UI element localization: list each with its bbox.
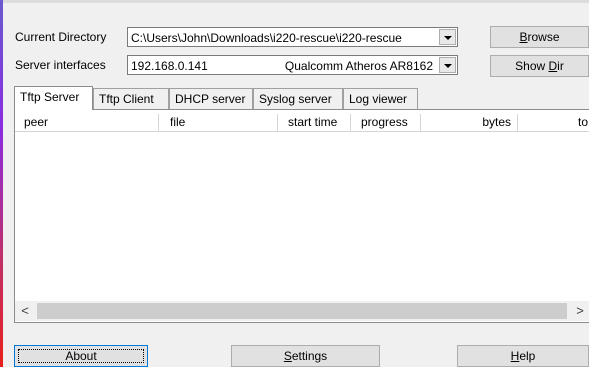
focus-rectangle [18,349,144,363]
column-header-to[interactable]: to [518,114,589,132]
server-interfaces-label: Server interfaces [15,58,106,72]
browse-mnemonic: B [519,30,528,44]
tab-dhcp-server[interactable]: DHCP server [169,88,253,110]
current-directory-label: Current Directory [15,30,107,44]
window-left-edge [0,0,3,367]
column-header-start-time[interactable]: start time [278,114,351,132]
help-label-rest: elp [519,349,536,363]
tab-syslog-server[interactable]: Syslog server [253,88,343,110]
horizontal-scrollbar[interactable]: < > [15,301,589,321]
show-dir-label-prefix: Show [515,59,549,73]
tftp-server-panel: peer file start time progress bytes to <… [14,109,589,323]
chevron-down-icon [444,64,452,68]
window-top-edge [0,0,589,3]
tab-tftp-server[interactable]: Tftp Server [14,86,93,110]
tab-log-viewer[interactable]: Log viewer [343,88,418,110]
current-directory-dropdown-button[interactable] [439,29,456,45]
show-dir-mnemonic: D [548,59,558,73]
browse-label-rest: rowse [527,30,560,44]
scroll-left-icon[interactable]: < [15,301,35,321]
server-interfaces-dropdown-button[interactable] [439,57,456,73]
tab-tftp-client[interactable]: Tftp Client [93,88,169,110]
server-interfaces-combo[interactable]: 192.168.0.141 Qualcomm Atheros AR8162 [127,55,458,75]
settings-mnemonic: S [283,349,292,363]
settings-label-rest: ettings [291,349,328,363]
settings-button[interactable]: Settings [231,345,380,367]
server-interface-adapter: Qualcomm Atheros AR8162 [284,59,433,73]
column-header-peer[interactable]: peer [15,114,159,132]
browse-button[interactable]: Browse [490,26,589,48]
column-header-file[interactable]: file [159,114,278,132]
show-dir-label-rest: ir [557,59,564,73]
current-directory-value: C:\Users\John\Downloads\i220-rescue\i220… [131,31,402,45]
server-interface-ip: 192.168.0.141 [131,59,208,73]
transfer-table-header: peer file start time progress bytes to [15,114,589,132]
current-directory-combo[interactable]: C:\Users\John\Downloads\i220-rescue\i220… [127,27,458,47]
chevron-down-icon [444,36,452,40]
transfer-list-body[interactable] [15,132,589,300]
scroll-right-icon[interactable]: > [570,301,589,321]
column-header-progress[interactable]: progress [351,114,421,132]
show-dir-button[interactable]: Show Dir [490,55,589,77]
help-button[interactable]: Help [457,345,589,367]
scrollbar-thumb[interactable] [37,303,567,319]
about-button[interactable]: About [14,345,148,367]
column-header-bytes[interactable]: bytes [421,114,518,132]
